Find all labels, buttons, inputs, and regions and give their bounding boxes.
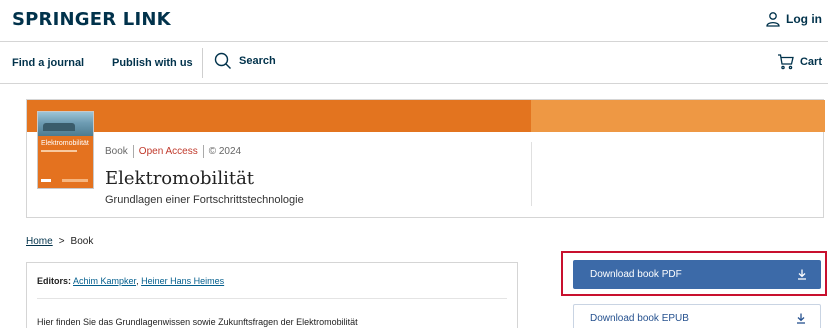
orange-band xyxy=(27,100,531,132)
header-divider xyxy=(531,142,532,206)
breadcrumb-chevron-icon: > xyxy=(58,236,65,247)
search-button[interactable]: Search xyxy=(214,52,276,70)
editors-line: Editors: Achim Kampker, Heiner Hans Heim… xyxy=(37,276,224,286)
user-icon xyxy=(766,12,780,27)
springer-link-logo[interactable]: SPRINGER LINK xyxy=(12,9,171,30)
download-epub-label: Download book EPUB xyxy=(590,313,689,324)
book-subtitle: Grundlagen einer Fortschrittstechnologie xyxy=(105,194,304,206)
editor-link[interactable]: Heiner Hans Heimes xyxy=(141,276,224,286)
cart-icon xyxy=(777,54,794,70)
copyright-year: © 2024 xyxy=(208,146,242,157)
cover-subtitle-line xyxy=(41,150,77,152)
book-header: Elektromobilität Book Open Access © 2024… xyxy=(26,99,825,218)
editor-link[interactable]: Achim Kampker xyxy=(73,276,136,286)
download-pdf-label: Download book PDF xyxy=(590,269,682,280)
breadcrumb-home[interactable]: Home xyxy=(26,236,53,247)
publish-with-us-link[interactable]: Publish with us xyxy=(112,57,193,69)
book-cover: Elektromobilität xyxy=(37,111,94,189)
top-header: SPRINGER LINK Log in xyxy=(0,0,828,42)
book-meta: Book Open Access © 2024 xyxy=(105,145,241,158)
nav-divider xyxy=(202,48,203,78)
editor-separator: , xyxy=(136,276,139,286)
book-info-panel: Editors: Achim Kampker, Heiner Hans Heim… xyxy=(26,262,518,328)
download-icon xyxy=(797,313,805,324)
orange-band-light xyxy=(531,100,825,132)
download-pdf-button[interactable]: Download book PDF xyxy=(573,260,821,289)
cover-publisher-mark xyxy=(41,179,51,182)
meta-separator xyxy=(132,145,134,158)
book-summary: Hier finden Sie das Grundlagenwissen sow… xyxy=(37,317,358,327)
download-epub-button[interactable]: Download book EPUB xyxy=(573,304,821,328)
cart-button[interactable]: Cart xyxy=(777,53,822,70)
breadcrumb-current: Book xyxy=(70,236,94,247)
content-type: Book xyxy=(105,146,128,157)
login-link[interactable]: Log in xyxy=(765,11,822,27)
cart-label: Cart xyxy=(799,55,822,68)
cover-photo xyxy=(38,112,93,136)
search-icon xyxy=(214,52,231,69)
breadcrumb: Home > Book xyxy=(26,236,93,247)
main-nav: Find a journal Publish with us Search Ca… xyxy=(0,42,828,84)
login-label: Log in xyxy=(786,12,822,26)
book-title: Elektromobilität xyxy=(105,168,255,189)
meta-separator xyxy=(202,145,204,158)
find-journal-link[interactable]: Find a journal xyxy=(12,57,84,69)
cover-publisher-name xyxy=(62,179,88,182)
download-icon xyxy=(798,269,806,280)
info-divider xyxy=(37,298,507,299)
search-label: Search xyxy=(239,55,276,67)
editors-label: Editors: xyxy=(37,276,72,286)
open-access-badge: Open Access xyxy=(138,146,198,157)
cover-title: Elektromobilität xyxy=(41,140,89,147)
